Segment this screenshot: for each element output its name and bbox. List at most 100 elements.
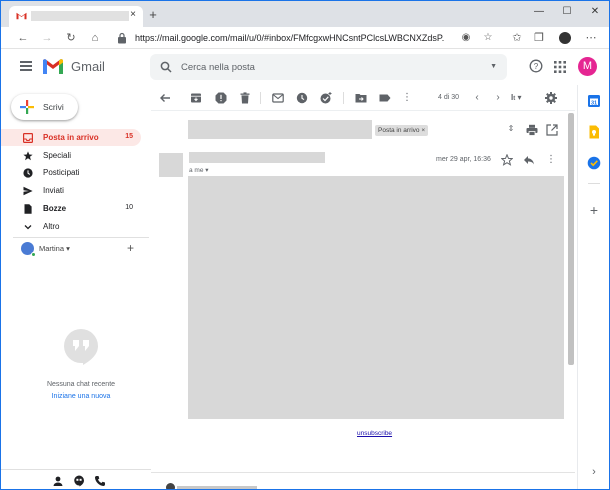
next-message-avatar — [166, 483, 175, 489]
message-body-redacted — [188, 176, 564, 419]
draft-icon — [24, 204, 32, 214]
sidebar-divider — [13, 237, 149, 238]
pagination-text: 4 di 30 — [438, 94, 460, 101]
url-text: https://mail.google.com/mail/u/0/#inbox/… — [135, 33, 445, 43]
sidebar-item-label: Posta in arrivo — [43, 133, 99, 142]
main-menu-icon[interactable] — [20, 61, 32, 71]
gmail-wordmark: Gmail — [71, 59, 105, 74]
account-avatar[interactable]: M — [578, 57, 597, 76]
hangouts-icon[interactable] — [73, 475, 85, 487]
browser-toolbar: ← → ↻ ⌂ https://mail.google.com/mail/u/0… — [1, 27, 609, 49]
add-task-icon[interactable] — [320, 92, 332, 104]
search-box[interactable]: Cerca nella posta ▼ — [150, 54, 507, 80]
home-icon[interactable]: ⌂ — [87, 30, 103, 46]
back-to-inbox-icon[interactable] — [159, 92, 171, 104]
sidebar-item-sent[interactable]: Inviati — [1, 182, 141, 199]
get-addons-icon[interactable]: + — [587, 203, 601, 217]
clock-icon — [23, 168, 33, 178]
sidebar-item-snoozed[interactable]: Posticipati — [1, 164, 141, 181]
subject-redacted — [188, 120, 372, 139]
user-name: Martina ▾ — [39, 244, 70, 253]
sidebar-item-inbox[interactable]: Posta in arrivo 15 — [1, 129, 141, 146]
send-icon — [23, 186, 33, 196]
message-more-icon[interactable]: ⋮ — [545, 154, 557, 166]
open-new-window-icon[interactable] — [546, 124, 558, 136]
browser-menu-icon[interactable]: ⋯ — [583, 30, 599, 46]
chevron-down-icon — [24, 225, 32, 230]
settings-gear-icon[interactable] — [545, 92, 557, 104]
calendar-icon[interactable]: 31 — [587, 94, 601, 108]
sidebar-item-label: Altro — [43, 222, 60, 231]
eye-icon[interactable]: ◉ — [459, 31, 473, 45]
tasks-icon[interactable] — [587, 156, 601, 170]
contacts-icon[interactable] — [52, 475, 64, 487]
sidebar-item-label: Posticipati — [43, 168, 80, 177]
online-status-icon — [31, 252, 36, 257]
recipient-details-toggle[interactable]: a me ▾ — [189, 166, 209, 174]
profile-icon[interactable] — [557, 30, 573, 46]
lock-icon — [118, 32, 126, 44]
toolbar-divider-line — [151, 110, 575, 111]
window-close-button[interactable]: ✕ — [585, 5, 605, 19]
address-bar[interactable]: https://mail.google.com/mail/u/0/#inbox/… — [111, 29, 503, 47]
tab-title-redacted — [31, 11, 129, 21]
delete-icon[interactable] — [239, 92, 251, 104]
sender-avatar-redacted — [159, 153, 183, 177]
message-date: mer 29 apr, 16:36 — [436, 156, 491, 163]
phone-icon[interactable] — [94, 475, 106, 487]
more-actions-icon[interactable]: ⋮ — [401, 92, 413, 104]
help-icon[interactable]: ? — [528, 59, 544, 75]
mark-unread-icon[interactable] — [272, 92, 284, 104]
keep-icon[interactable] — [587, 125, 601, 139]
hangouts-quote-icon — [64, 329, 98, 365]
browser-window: × + — ☐ ✕ ← → ↻ ⌂ https://mail.google.co… — [1, 1, 609, 489]
print-icon[interactable] — [526, 124, 538, 136]
sidebar-item-more[interactable]: Altro — [1, 218, 141, 235]
hangouts-user[interactable]: Martina ▾ + — [21, 241, 141, 257]
older-chevron-icon[interactable]: › — [492, 92, 504, 104]
scrollbar-thumb[interactable] — [568, 113, 574, 365]
newer-chevron-icon[interactable]: ‹ — [471, 92, 483, 104]
forward-icon[interactable]: → — [39, 30, 55, 46]
svg-text:31: 31 — [591, 100, 597, 106]
next-message-preview — [177, 486, 257, 489]
tab-close-icon[interactable]: × — [127, 9, 139, 21]
input-tools-icon[interactable]: It ▾ — [511, 92, 533, 104]
favorites-icon[interactable]: ✩ — [509, 30, 525, 46]
back-icon[interactable]: ← — [15, 30, 31, 46]
maximize-button[interactable]: ☐ — [557, 5, 577, 19]
new-tab-button[interactable]: + — [146, 8, 160, 22]
unsubscribe-link[interactable]: unsubscribe — [357, 430, 392, 437]
inbox-label-chip[interactable]: Posta in arrivo × — [375, 125, 429, 136]
snooze-clock-icon[interactable] — [296, 92, 308, 104]
minimize-button[interactable]: — — [529, 5, 549, 19]
search-icon[interactable] — [160, 61, 172, 73]
gmail-logo-icon[interactable] — [42, 58, 64, 75]
browser-tab[interactable]: × — [9, 6, 143, 27]
bookmark-star-icon[interactable]: ☆ — [481, 31, 495, 45]
side-panel-rail: 31 + › — [577, 85, 609, 489]
compose-button[interactable]: Scrivi — [11, 94, 78, 120]
add-chat-icon[interactable]: + — [127, 241, 134, 255]
sidebar-footer — [1, 469, 151, 489]
reply-icon[interactable] — [523, 154, 535, 166]
star-icon — [23, 151, 33, 161]
star-message-icon[interactable] — [501, 154, 513, 166]
reload-icon[interactable]: ↻ — [63, 30, 79, 46]
archive-icon[interactable] — [190, 92, 202, 104]
sidebar-item-starred[interactable]: Speciali — [1, 147, 141, 164]
sidebar-item-label: Inviati — [43, 186, 64, 195]
label-icon[interactable] — [379, 92, 391, 104]
expand-all-icon[interactable]: ⇕ — [505, 124, 517, 136]
gmail-header: Gmail Cerca nella posta ▼ ? M — [1, 49, 609, 85]
show-side-panel-icon[interactable]: › — [587, 465, 601, 479]
search-options-icon[interactable]: ▼ — [490, 63, 497, 70]
start-new-chat-link[interactable]: Iniziane una nuova — [1, 393, 161, 400]
report-spam-icon[interactable] — [215, 92, 227, 104]
move-to-icon[interactable] — [355, 92, 367, 104]
apps-grid-icon[interactable] — [552, 59, 568, 75]
sidebar-item-drafts[interactable]: Bozze 10 — [1, 200, 141, 217]
collections-icon[interactable]: ❐ — [531, 30, 547, 46]
toolbar-divider — [343, 92, 344, 104]
gmail-favicon-icon — [16, 12, 27, 20]
